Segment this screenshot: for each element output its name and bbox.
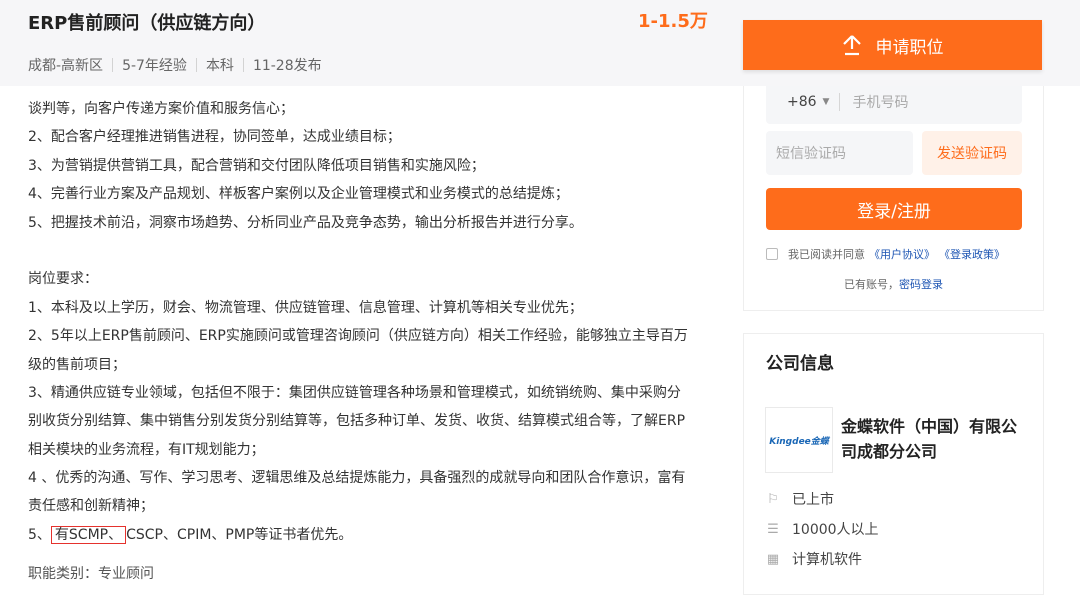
line-prefix: 5、 <box>28 526 51 543</box>
description-line-last: 5、 有SCMP、 CSCP、CPIM、PMP等证书者优先。 <box>28 521 708 549</box>
company-info-text: 已上市 <box>792 492 834 508</box>
company-panel: 公司信息 Kingdee金蝶 金蝶软件（中国）有限公司成都分公司 ⚐ 已上市 ☰… <box>743 333 1044 595</box>
apply-button-label: 申请职位 <box>875 37 944 58</box>
description-line: 2、5年以上ERP售前顾问、ERP实施顾问或管理咨询顾问（供应链方向）相关工作经… <box>28 328 688 345</box>
divider <box>112 58 114 72</box>
company-name[interactable]: 金蝶软件（中国）有限公司成都分公司 <box>841 414 1021 464</box>
description-line: 责任感和创新精神； <box>28 498 154 515</box>
description-line: 4、完善行业方案及产品规划、样板客户案例以及企业管理模式和业务模式的总结提炼； <box>28 186 569 203</box>
user-agreement-link[interactable]: 《用户协议》 <box>869 246 935 262</box>
country-code-select[interactable]: +86 <box>787 94 817 110</box>
line-rest: CSCP、CPIM、PMP等证书者优先。 <box>126 526 353 543</box>
phone-input-row: +86 ▼ 手机号码 <box>766 80 1022 124</box>
requirements-heading: 岗位要求： <box>28 271 98 288</box>
login-policy-link[interactable]: 《登录政策》 <box>939 246 1005 262</box>
description-line: 2、配合客户经理推进销售进程，协同签单，达成业绩目标； <box>28 129 401 146</box>
job-category: 职能类别：专业顾问 <box>28 566 154 582</box>
job-meta: 成都-高新区 5-7年经验 本科 11-28发布 <box>28 55 322 75</box>
send-code-button[interactable]: 发送验证码 <box>922 131 1022 175</box>
description-line: 3、为营销提供营销工具，配合营销和交付团队降低项目销售和实施风险； <box>28 157 485 174</box>
agree-text: 我已阅读并同意 <box>788 248 865 261</box>
list-icon: ☰ <box>767 521 779 537</box>
highlighted-text: 有SCMP、 <box>50 525 127 544</box>
description-line: 3、精通供应链专业领域，包括但不限于：集团供应链管理各种场景和管理模式，如统销统… <box>28 384 681 401</box>
job-experience: 5-7年经验 <box>122 58 187 74</box>
company-logo[interactable]: Kingdee金蝶 <box>765 407 833 473</box>
description-line: 别收货分别结算、集中销售分别发货分别结算等，包括多种订单、发货、收货、结算模式组… <box>28 413 686 430</box>
job-location: 成都-高新区 <box>28 58 104 74</box>
description-line: 级的售前项目； <box>28 356 126 373</box>
agreement-row: 我已阅读并同意 《用户协议》 《登录政策》 <box>766 246 1005 262</box>
building-icon: ▦ <box>766 551 780 567</box>
divider <box>242 58 244 72</box>
company-size: ☰ 10000人以上 <box>766 519 879 539</box>
company-info-text: 10000人以上 <box>792 522 879 538</box>
company-logo-text: Kingdee金蝶 <box>769 436 829 447</box>
company-info-text: 计算机软件 <box>792 552 862 568</box>
description-line: 谈判等，向客户传递方案价值和服务信心； <box>28 101 294 117</box>
password-login-link[interactable]: 密码登录 <box>899 278 943 291</box>
job-post-date: 11-28发布 <box>252 58 322 74</box>
job-description: 谈判等，向客户传递方案价值和服务信心； 2、配合客户经理推进销售进程，协同签单，… <box>28 95 708 549</box>
phone-input[interactable]: 手机号码 <box>852 92 908 112</box>
apply-button[interactable]: 申请职位 <box>743 20 1042 70</box>
company-listed: ⚐ 已上市 <box>766 489 834 509</box>
sms-code-input[interactable]: 短信验证码 <box>766 131 913 175</box>
chevron-down-icon[interactable]: ▼ <box>823 97 830 107</box>
description-line: 5、把握技术前沿，洞察市场趋势、分析同业产品及竞争态势，输出分析报告并进行分享。 <box>28 214 583 231</box>
login-panel: +86 ▼ 手机号码 短信验证码 发送验证码 登录/注册 我已阅读并同意 《用户… <box>743 70 1044 311</box>
company-industry: ▦ 计算机软件 <box>766 549 862 569</box>
sms-row: 短信验证码 发送验证码 <box>766 131 1022 175</box>
upload-icon <box>842 35 861 56</box>
salary: 1-1.5万 <box>638 11 708 32</box>
description-line: 4 、优秀的沟通、写作、学习思考、逻辑思维及总结提炼能力，具备强烈的成就导向和团… <box>28 470 686 487</box>
login-register-button[interactable]: 登录/注册 <box>766 188 1022 230</box>
job-title: ERP售前顾问（供应链方向） <box>28 13 266 34</box>
description-line: 1、本科及以上学历，财会、物流管理、供应链管理、信息管理、计算机等相关专业优先； <box>28 299 583 316</box>
flag-icon: ⚐ <box>767 491 779 507</box>
has-account-row: 已有账号，密码登录 <box>744 276 1043 292</box>
job-education: 本科 <box>205 58 234 74</box>
has-account-text: 已有账号， <box>844 278 899 291</box>
divider <box>839 93 841 111</box>
agree-checkbox[interactable] <box>766 248 778 260</box>
divider <box>195 58 197 72</box>
description-line: 相关模块的业务流程，有IT规划能力； <box>28 441 265 458</box>
company-section-title: 公司信息 <box>766 354 834 374</box>
